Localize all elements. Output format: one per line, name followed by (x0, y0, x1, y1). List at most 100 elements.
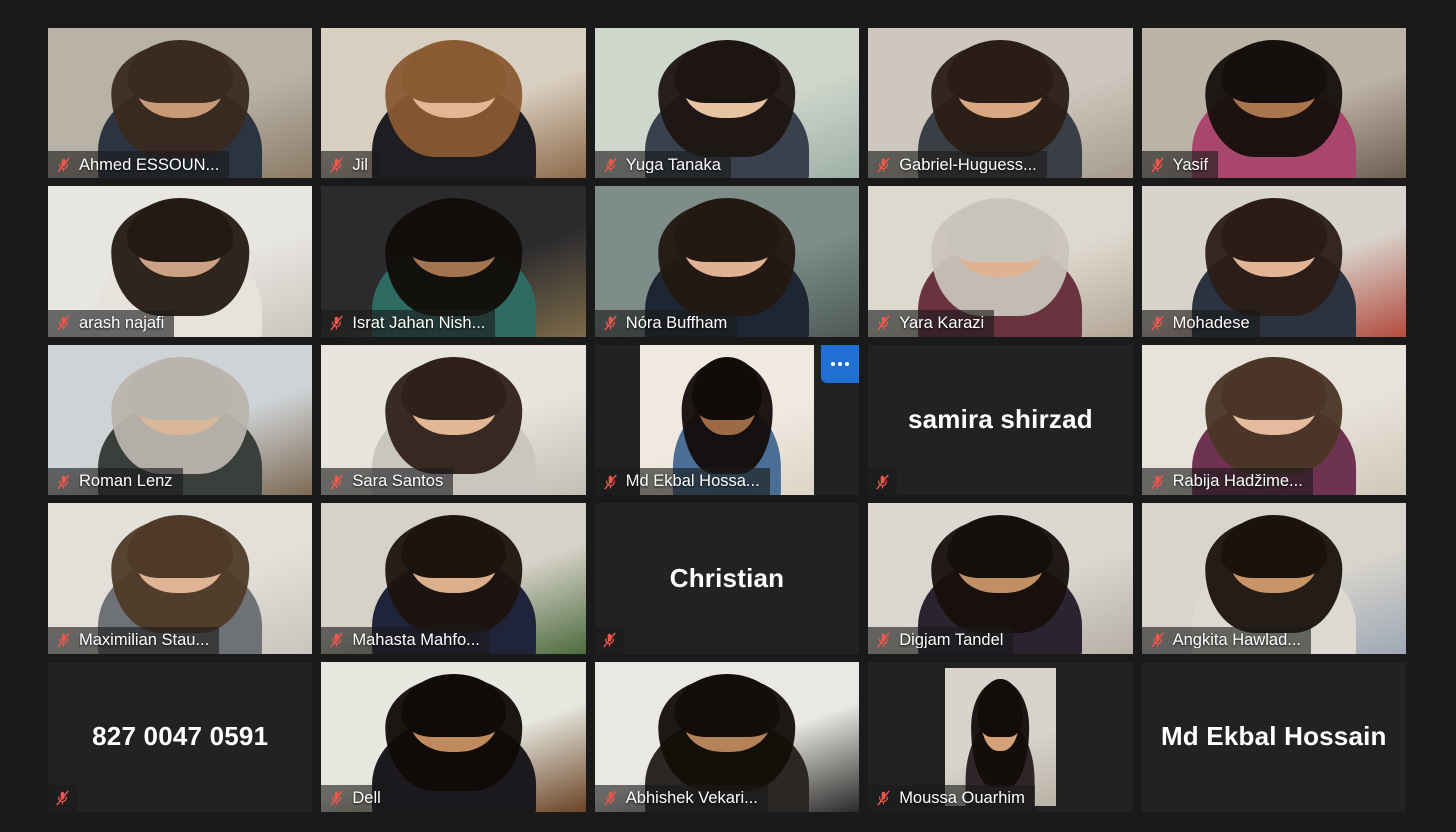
mic-muted-icon (57, 474, 70, 490)
mic-muted-icon (877, 157, 890, 173)
mic-muted-icon (876, 474, 889, 490)
participant-name-label: Md Ekbal Hossa... (625, 473, 760, 490)
mic-muted-icon (57, 315, 70, 331)
participant-name-bar: Rabija Hadžime... (1141, 468, 1313, 496)
participant-name-bar: Dell (321, 784, 391, 812)
participant-name-bar: Digjam Tandel (868, 626, 1014, 654)
participant-name-label: Dell (352, 790, 381, 807)
participant-display-name: Md Ekbal Hossain (1160, 721, 1387, 752)
participant-name-bar: Nóra Buffham (594, 309, 738, 337)
participant-tile[interactable]: Mohadese (1141, 186, 1406, 337)
participant-tile[interactable]: Gabriel-Huguess... (868, 28, 1133, 179)
participant-name-label: Ahmed ESSOUN... (79, 156, 220, 174)
mic-muted-icon (877, 315, 890, 331)
participant-name-bar (48, 784, 77, 812)
participant-name-bar: Israt Jahan Nish... (321, 309, 496, 337)
participant-display-name: 827 0047 0591 (92, 721, 269, 752)
participant-tile[interactable]: Ahmed ESSOUN... (48, 28, 313, 179)
participant-name-bar: Angkita Hawlad... (1141, 626, 1311, 654)
mic-muted-icon (1151, 474, 1164, 490)
ellipsis-dot (838, 361, 843, 366)
participant-name-label: Maximilian Stau... (79, 631, 210, 649)
participant-name-label: Mohadese (1172, 315, 1250, 332)
participant-tile[interactable]: Roman Lenz (48, 344, 313, 496)
participant-name-label: Rabija Hadžime... (1172, 473, 1303, 490)
participant-name-bar: Abhishek Vekari... (594, 784, 768, 812)
participant-name-bar: Mohadese (1141, 309, 1260, 337)
participant-name-bar: Gabriel-Huguess... (868, 151, 1047, 179)
participant-name-label: Abhishek Vekari... (625, 790, 758, 807)
participant-name-bar: Yara Karazi (868, 309, 995, 337)
mic-muted-icon (877, 632, 890, 648)
participant-name-bar (868, 468, 898, 496)
participant-tile[interactable]: Md Ekbal Hossain (1141, 661, 1406, 812)
ellipsis-dot (831, 361, 836, 366)
mic-muted-icon (330, 474, 343, 490)
participant-tile[interactable]: Rabija Hadžime... (1141, 344, 1406, 496)
participant-name-bar: Yuga Tanaka (594, 151, 731, 179)
participant-name-bar: Mahasta Mahfo... (321, 626, 490, 654)
mic-muted-icon (1151, 157, 1164, 173)
participant-name-label: arash najafi (79, 315, 165, 332)
participant-tile[interactable]: Abhishek Vekari... (594, 661, 860, 812)
participant-tile[interactable]: Dell (321, 661, 586, 812)
participant-name-label: Digjam Tandel (899, 631, 1004, 649)
participant-name-label: Gabriel-Huguess... (899, 156, 1037, 174)
participant-name-label: Angkita Hawlad... (1172, 631, 1301, 649)
participant-name-label: Mahasta Mahfo... (352, 631, 480, 649)
participant-tile[interactable]: arash najafi (48, 186, 313, 337)
participant-tile[interactable]: Yuga Tanaka (594, 28, 860, 179)
participant-name-bar: Md Ekbal Hossa... (594, 468, 770, 496)
mic-muted-icon (604, 791, 617, 806)
participant-name-bar: Ahmed ESSOUN... (48, 151, 230, 179)
mic-muted-icon (56, 791, 69, 806)
participant-display-name: samira shirzad (907, 404, 1093, 435)
participant-tile[interactable]: Yara Karazi (868, 186, 1133, 337)
participant-tile[interactable]: Yasif (1141, 28, 1406, 179)
mic-muted-icon (330, 315, 343, 331)
participant-name-label: Yara Karazi (899, 315, 985, 332)
participant-name-label: Israt Jahan Nish... (352, 315, 486, 332)
participant-tile[interactable]: Christian (594, 503, 860, 654)
participant-tile[interactable]: Angkita Hawlad... (1141, 503, 1406, 654)
participant-tile[interactable]: samira shirzad (868, 344, 1133, 496)
participant-tile[interactable]: Sara Santos (321, 344, 586, 496)
mic-muted-icon (330, 157, 343, 173)
mic-muted-icon (330, 791, 343, 806)
video-gallery-grid: Ahmed ESSOUN... Jil Yuga Tanaka Gabriel-Hug… (48, 28, 1406, 812)
participant-name-label: Yasif (1172, 156, 1209, 174)
mic-muted-icon (57, 157, 70, 173)
mic-muted-icon (57, 632, 70, 648)
participant-tile[interactable]: Digjam Tandel (868, 503, 1133, 654)
participant-display-name: Christian (669, 562, 785, 593)
mic-muted-icon (604, 315, 617, 331)
mic-muted-icon (330, 632, 343, 648)
participant-tile[interactable]: Israt Jahan Nish... (321, 186, 586, 337)
participant-name-bar: arash najafi (48, 309, 175, 337)
participant-name-bar: Moussa Ouarhim (868, 784, 1035, 812)
participant-tile[interactable]: Jil (321, 28, 586, 179)
mic-muted-icon (603, 632, 616, 648)
mic-muted-icon (1151, 632, 1164, 648)
participant-name-bar: Yasif (1141, 151, 1219, 179)
participant-name-bar (594, 626, 624, 654)
mic-muted-icon (604, 157, 617, 173)
participant-name-label: Nóra Buffham (625, 315, 728, 332)
participant-name-label: Jil (352, 156, 368, 174)
mic-muted-icon (1151, 315, 1164, 331)
participant-tile[interactable]: Moussa Ouarhim (868, 661, 1133, 812)
ellipsis-dot (845, 361, 850, 366)
participant-name-bar: Roman Lenz (48, 468, 183, 496)
participant-name-bar: Sara Santos (321, 468, 454, 496)
mic-muted-icon (877, 791, 890, 806)
participant-tile[interactable]: Md Ekbal Hossa... (594, 344, 860, 496)
participant-tile[interactable]: 827 0047 0591 (48, 661, 313, 812)
participant-tile[interactable]: Maximilian Stau... (48, 503, 313, 654)
mic-muted-icon (604, 474, 617, 490)
participant-name-label: Moussa Ouarhim (899, 790, 1025, 807)
participant-name-bar: Maximilian Stau... (48, 626, 220, 654)
participant-tile[interactable]: Mahasta Mahfo... (321, 503, 586, 654)
participant-tile[interactable]: Nóra Buffham (594, 186, 860, 337)
more-options-button[interactable] (821, 344, 860, 383)
participant-name-bar: Jil (321, 151, 378, 179)
